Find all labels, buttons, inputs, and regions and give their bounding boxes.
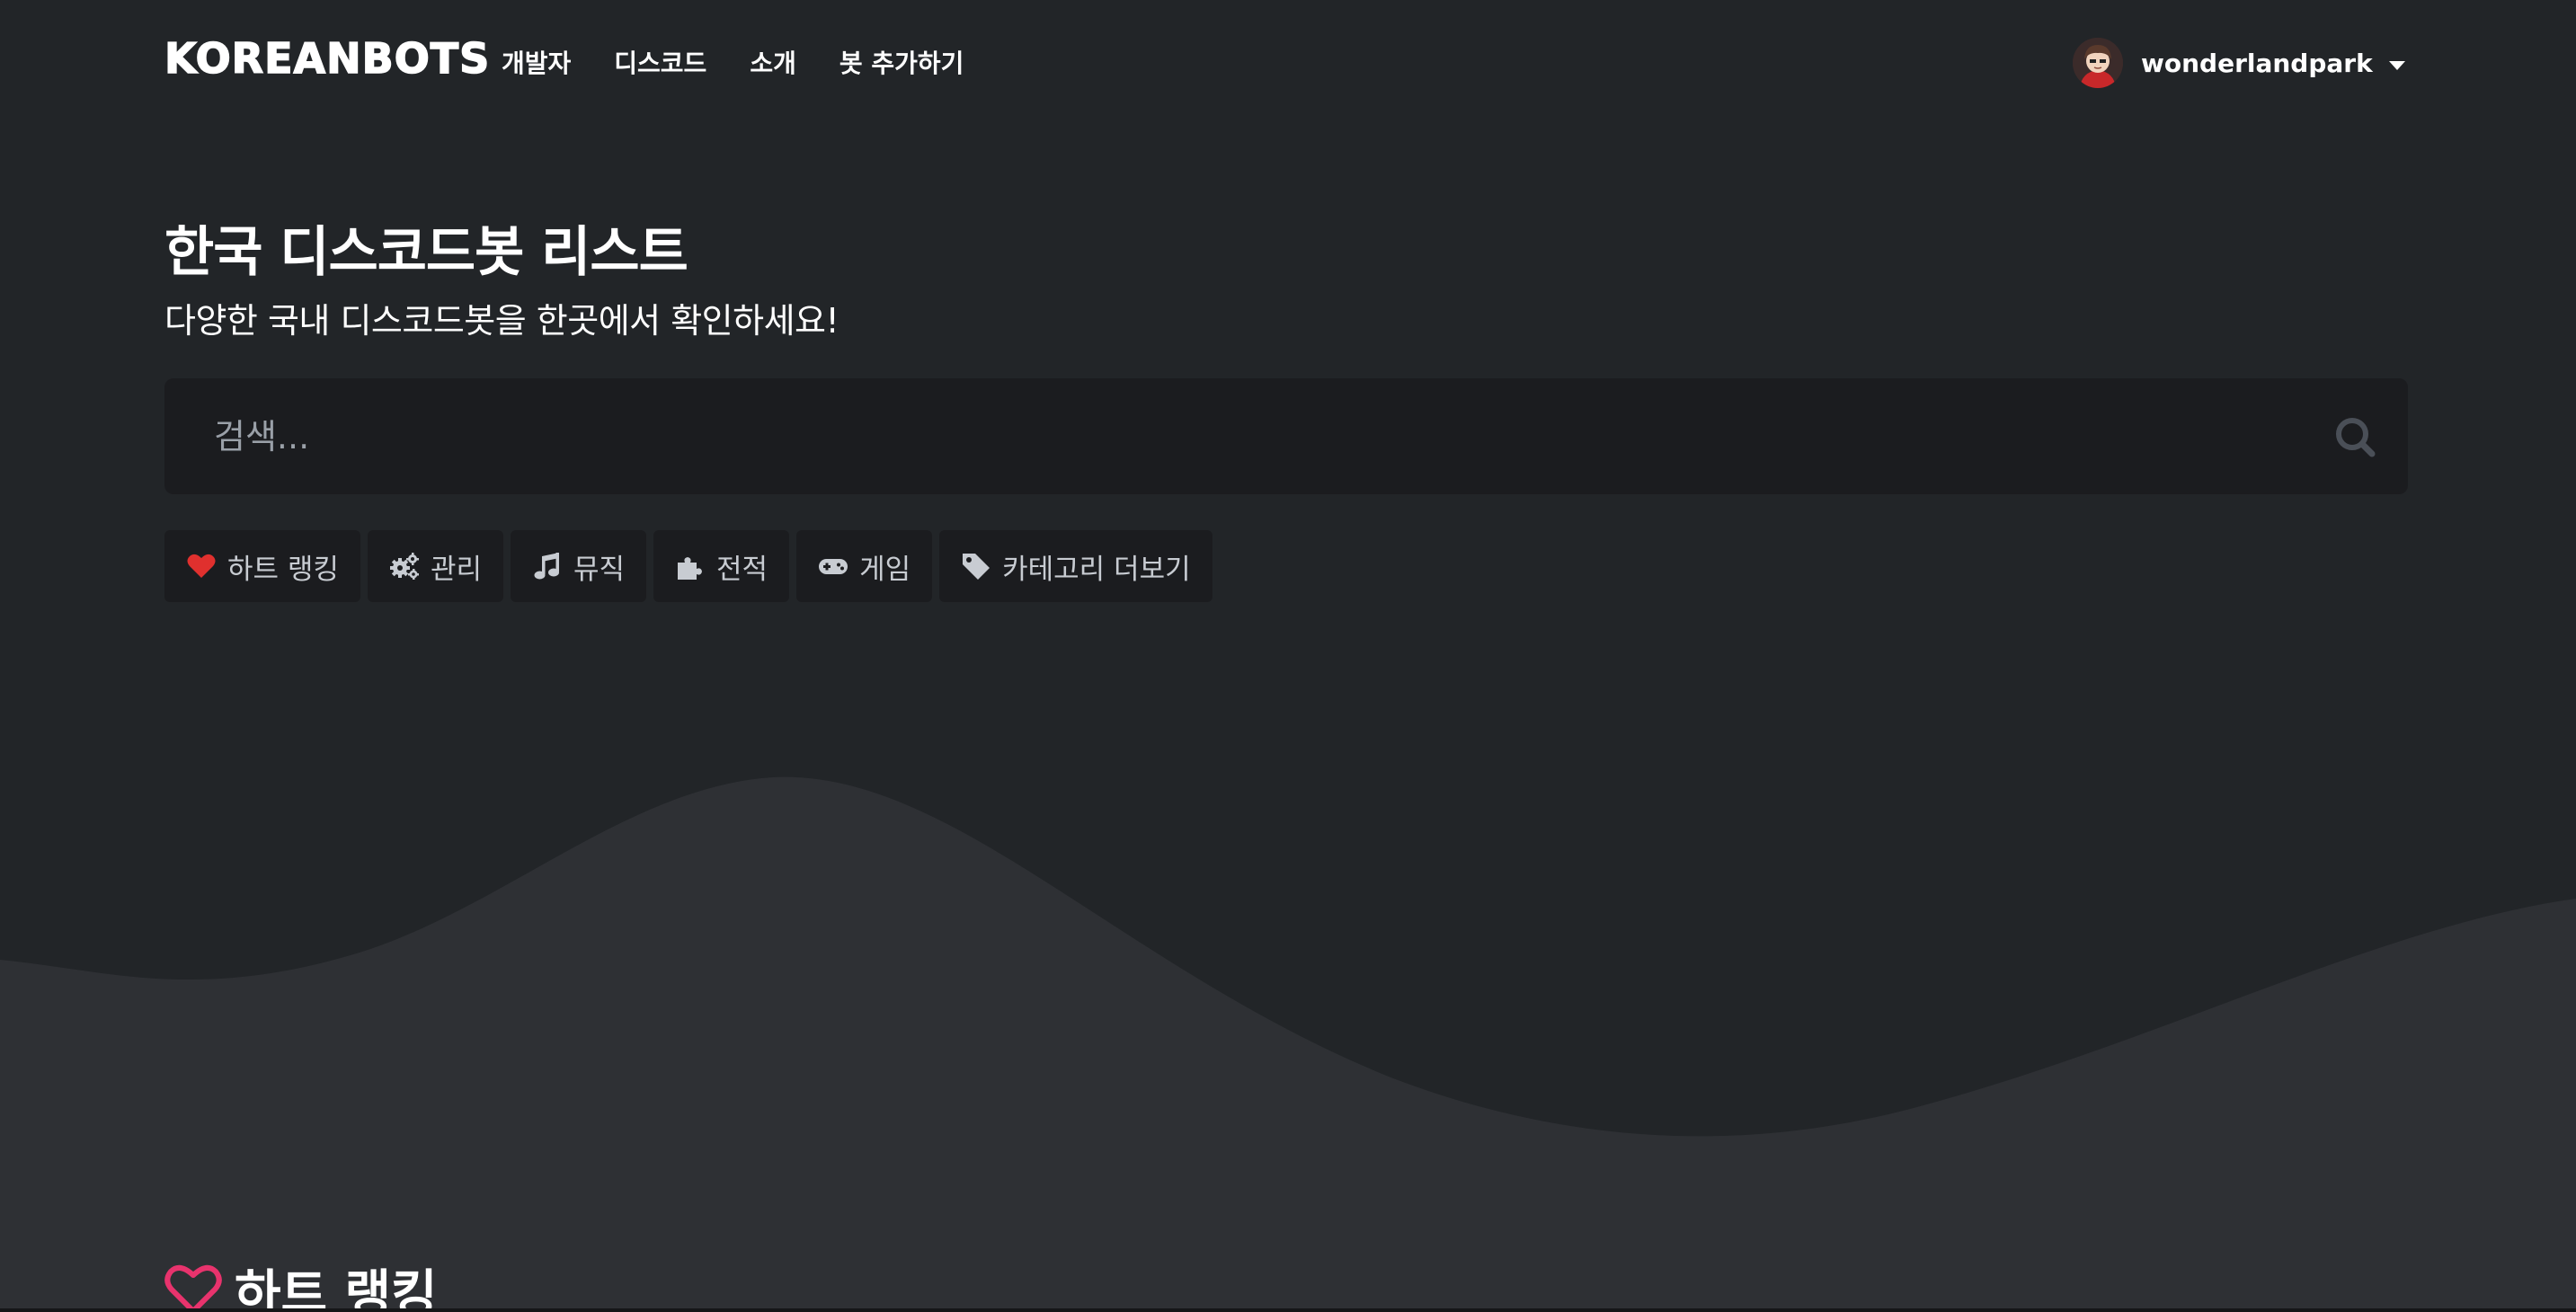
category-label: 뮤직 xyxy=(573,553,626,586)
nav-link-discord[interactable]: 디스코드 xyxy=(614,44,706,80)
username: wonderlandpark xyxy=(2141,48,2373,78)
user-menu[interactable]: wonderlandpark xyxy=(2073,36,2405,90)
chevron-down-icon xyxy=(2388,61,2405,70)
nav-link-add-bot[interactable]: 봇 추가하기 xyxy=(839,44,964,80)
category-game-button[interactable]: 게임 xyxy=(796,530,933,602)
category-buttons: 하트 랭킹 관리 뮤직 전적 게임 카테고리 더보기 xyxy=(164,530,1212,602)
search-input[interactable] xyxy=(164,378,2304,494)
page-title: 한국 디스코드봇 리스트 xyxy=(164,221,688,284)
puzzle-icon xyxy=(678,557,703,580)
heart-icon xyxy=(187,554,216,578)
category-stats-button[interactable]: 전적 xyxy=(653,530,790,602)
category-label: 게임 xyxy=(859,553,911,586)
category-label: 하트 랭킹 xyxy=(227,553,339,586)
cogs-icon xyxy=(389,553,419,580)
nav-link-about[interactable]: 소개 xyxy=(750,44,796,80)
section-heading: 하트 랭킹 xyxy=(164,1254,438,1312)
tag-icon xyxy=(963,554,990,580)
brand-logo[interactable]: KOREANBOTS xyxy=(164,33,490,84)
wave-background xyxy=(0,776,2576,1312)
category-label: 카테고리 더보기 xyxy=(1002,553,1191,586)
section-title: 하트 랭킹 xyxy=(235,1264,438,1312)
search-icon[interactable] xyxy=(2334,416,2376,457)
category-moderation-button[interactable]: 관리 xyxy=(367,530,503,602)
nav-link-developers[interactable]: 개발자 xyxy=(502,44,571,80)
gamepad-icon xyxy=(819,559,848,574)
navbar: KOREANBOTS 개발자 디스코드 소개 봇 추가하기 wonderland… xyxy=(0,0,2576,126)
heart-outline-icon xyxy=(164,1264,222,1312)
category-heart-ranking-button[interactable]: 하트 랭킹 xyxy=(164,530,360,602)
category-more-button[interactable]: 카테고리 더보기 xyxy=(939,530,1212,602)
avatar xyxy=(2073,38,2123,88)
page: KOREANBOTS 개발자 디스코드 소개 봇 추가하기 wonderland… xyxy=(0,0,2576,1312)
category-music-button[interactable]: 뮤직 xyxy=(510,530,647,602)
music-icon xyxy=(534,553,559,580)
page-bottom-edge xyxy=(0,1308,2576,1312)
page-subtitle: 다양한 국내 디스코드봇을 한곳에서 확인하세요! xyxy=(164,301,839,341)
category-label: 관리 xyxy=(430,553,482,586)
nav-links: 개발자 디스코드 소개 봇 추가하기 xyxy=(502,40,964,84)
category-label: 전적 xyxy=(716,553,768,586)
search-box xyxy=(164,378,2408,494)
